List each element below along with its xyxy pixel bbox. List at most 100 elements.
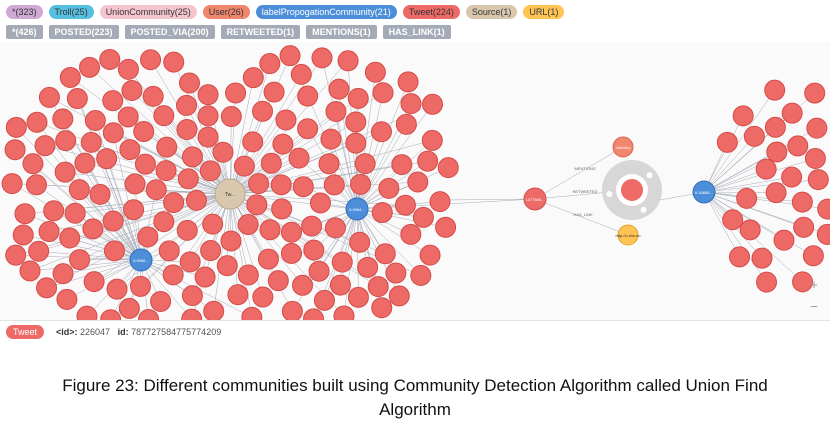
tweet-node[interactable] <box>308 260 330 282</box>
tweet-node[interactable] <box>370 121 392 143</box>
tweet-node[interactable] <box>216 255 238 277</box>
relationship-type-pill[interactable]: POSTED(223) <box>48 25 119 39</box>
tweet-node[interactable] <box>743 125 765 147</box>
tweet-node[interactable] <box>102 210 124 232</box>
tweet-node[interactable] <box>817 198 830 220</box>
tweet-node[interactable] <box>259 219 281 241</box>
tweet-node[interactable] <box>38 86 60 108</box>
tweet-node[interactable] <box>36 277 58 299</box>
tweet-node[interactable] <box>320 128 342 150</box>
tweet-node[interactable] <box>233 155 255 177</box>
tweet-node[interactable] <box>163 51 185 73</box>
tweet-node[interactable] <box>59 227 81 249</box>
tweet-node[interactable] <box>197 105 219 127</box>
tweet-node[interactable] <box>203 300 225 320</box>
tweet-node[interactable] <box>242 67 264 89</box>
tweet-node[interactable] <box>99 48 121 70</box>
tweet-node[interactable] <box>83 271 105 293</box>
tweet-node[interactable] <box>290 63 312 85</box>
tweet-node[interactable] <box>4 139 26 161</box>
tweet-node[interactable] <box>371 202 393 224</box>
tweet-node[interactable] <box>412 206 434 228</box>
tweet-node[interactable] <box>259 53 281 75</box>
pin-icon[interactable] <box>640 206 647 213</box>
tweet-node[interactable] <box>202 213 224 235</box>
tweet-node[interactable] <box>764 79 786 101</box>
tweet-node[interactable] <box>163 192 185 214</box>
tweet-node[interactable] <box>119 139 141 161</box>
tweet-node[interactable] <box>66 88 88 110</box>
tweet-node[interactable] <box>736 187 758 209</box>
selected-node-label-badge[interactable]: Tweet <box>6 325 45 339</box>
tweet-node[interactable] <box>337 50 359 72</box>
tweet-node[interactable] <box>74 152 96 174</box>
node-label-pill[interactable]: Tweet(224) <box>402 5 460 19</box>
node-label-pill[interactable]: URL(1) <box>523 5 565 19</box>
relationship-type-pill[interactable]: HAS_LINK(1) <box>382 25 451 39</box>
tweet-node[interactable] <box>59 66 81 88</box>
tweet-node[interactable] <box>400 223 422 245</box>
tweet-node[interactable] <box>270 174 292 196</box>
tweet-node[interactable] <box>333 305 355 320</box>
tweet-node[interactable] <box>397 71 419 93</box>
relationship-type-pill[interactable]: POSTED_VIA(200) <box>124 25 215 39</box>
tweet-node[interactable] <box>272 133 294 155</box>
tweet-node[interactable] <box>391 154 413 176</box>
tweet-node[interactable] <box>400 93 422 115</box>
tweet-node[interactable] <box>34 135 56 157</box>
tweet-node[interactable] <box>288 147 310 169</box>
tweet-node[interactable] <box>347 286 369 308</box>
tweet-node[interactable] <box>297 118 319 140</box>
tweet-node[interactable] <box>69 249 91 271</box>
tweet-node[interactable] <box>729 246 751 268</box>
tweet-node[interactable] <box>281 300 303 320</box>
tweet-node[interactable] <box>100 309 122 320</box>
hide-icon[interactable] <box>606 190 613 197</box>
tweet-node[interactable] <box>102 122 124 144</box>
tweet-node[interactable] <box>123 199 145 221</box>
tweet-node[interactable] <box>260 152 282 174</box>
tweet-node[interactable] <box>303 239 325 261</box>
node-label-pill[interactable]: labelPropogationCommunity(21) <box>255 5 397 19</box>
tweet-node[interactable] <box>324 217 346 239</box>
tweet-node[interactable] <box>64 202 86 224</box>
tweet-node[interactable] <box>297 85 319 107</box>
tweet-node[interactable] <box>331 251 353 273</box>
tweet-node[interactable] <box>14 203 36 225</box>
tweet-node[interactable] <box>309 192 331 214</box>
tweet-node[interactable] <box>19 260 41 282</box>
tweet-node[interactable] <box>55 130 77 152</box>
tweet-node[interactable] <box>793 216 815 238</box>
tweet-node[interactable] <box>756 271 778 293</box>
tweet-node[interactable] <box>137 226 159 248</box>
tweet-node[interactable] <box>96 148 118 170</box>
tweet-node[interactable] <box>242 131 264 153</box>
tweet-node[interactable] <box>804 147 826 169</box>
tweet-node[interactable] <box>354 153 376 175</box>
tweet-node[interactable] <box>140 49 162 71</box>
tweet-node[interactable] <box>292 274 314 296</box>
tweet-node[interactable] <box>133 121 155 143</box>
tweet-node[interactable] <box>345 111 367 133</box>
tweet-node[interactable] <box>410 264 432 286</box>
node-label-pill[interactable]: User(26) <box>202 5 250 19</box>
tweet-node[interactable] <box>129 275 151 297</box>
tweet-node[interactable] <box>371 297 393 319</box>
tweet-node[interactable] <box>82 218 104 240</box>
tweet-node[interactable] <box>179 251 201 273</box>
tweet-node[interactable] <box>118 297 140 319</box>
tweet-node[interactable] <box>54 161 76 183</box>
selected-tweet-node[interactable] <box>619 177 645 203</box>
tweet-node[interactable] <box>176 94 198 116</box>
tweet-node[interactable] <box>142 85 164 107</box>
tweet-node[interactable] <box>806 117 828 139</box>
tweet-node[interactable] <box>199 160 221 182</box>
tweet-node[interactable] <box>781 102 803 124</box>
tweet-node[interactable] <box>237 264 259 286</box>
tweet-node[interactable] <box>349 231 371 253</box>
tweet-node[interactable] <box>407 171 429 193</box>
tweet-node[interactable] <box>117 106 139 128</box>
tweet-node[interactable] <box>156 136 178 158</box>
tweet-node[interactable] <box>102 90 124 112</box>
relationship-type-pill[interactable]: MENTIONS(1) <box>306 25 377 39</box>
